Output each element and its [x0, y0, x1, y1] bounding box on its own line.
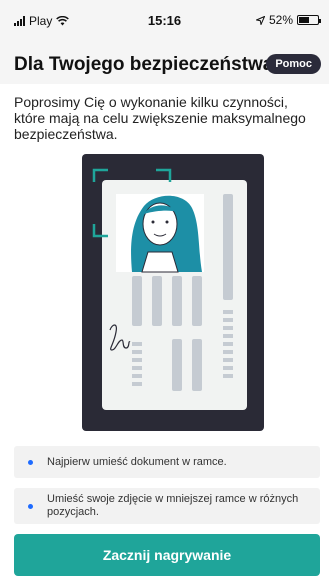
battery-indicator: 52%: [255, 13, 321, 27]
instruction-text: Najpierw umieść dokument w ramce.: [47, 455, 227, 468]
bullet-dot-icon: [28, 459, 33, 465]
start-recording-button[interactable]: Zacznij nagrywanie: [14, 534, 320, 576]
page-title: Dla Twojego bezpieczeństwa: [14, 54, 274, 75]
instruction-item: Umieść swoje zdjęcie w mniejszej ramce w…: [14, 488, 320, 524]
header: Dla Twojego bezpieczeństwa Pomoc: [0, 44, 329, 84]
intro-text: Poprosimy Cię o wykonanie kilku czynnośc…: [14, 94, 306, 142]
help-button[interactable]: Pomoc: [266, 54, 321, 74]
status-bar: Play 15:16 52%: [0, 0, 329, 44]
id-document-illustration: [82, 154, 264, 431]
bullet-dot-icon: [28, 503, 33, 509]
battery-icon: [297, 15, 321, 25]
location-arrow-icon: [255, 15, 265, 25]
battery-percent: 52%: [268, 13, 293, 27]
instruction-text: Umieść swoje zdjęcie w mniejszej ramce w…: [47, 493, 299, 518]
instruction-item: Najpierw umieść dokument w ramce.: [14, 446, 320, 478]
